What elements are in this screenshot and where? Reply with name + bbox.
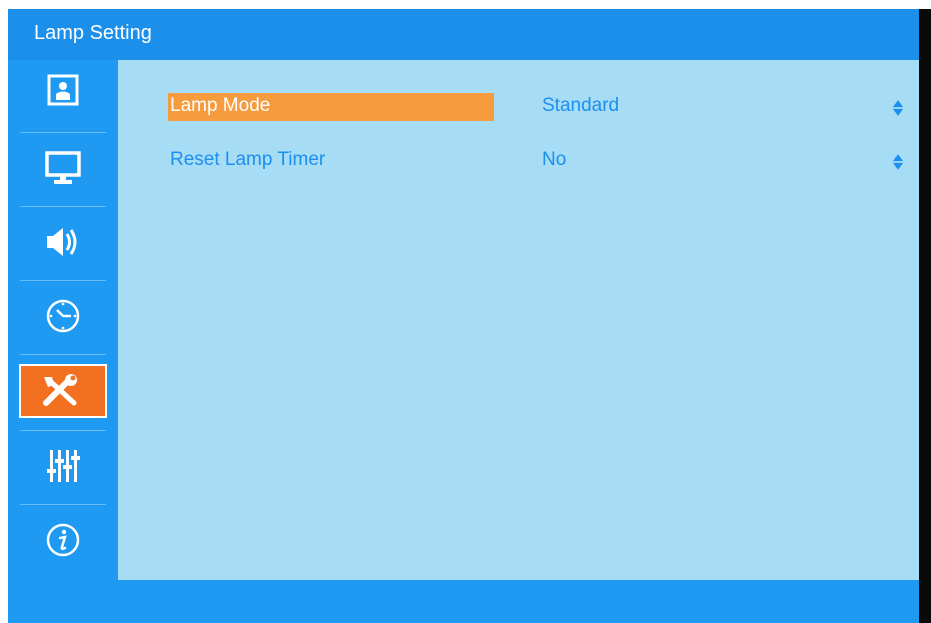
- sidebar-item-info[interactable]: [18, 510, 108, 570]
- setting-row-lamp-mode[interactable]: Lamp Mode Standard: [168, 93, 928, 121]
- sidebar-divider: [20, 206, 106, 207]
- settings-panel: Lamp Mode Standard Reset Lamp Timer No: [118, 60, 919, 580]
- sidebar-item-setup[interactable]: [18, 361, 108, 421]
- sidebar-item-timer[interactable]: [18, 286, 108, 346]
- equalizer-icon: [47, 450, 80, 482]
- setting-label: Lamp Mode: [168, 93, 494, 121]
- sidebar-item-picture[interactable]: [18, 60, 108, 120]
- bottom-bar: [8, 580, 919, 623]
- setting-value: No: [542, 149, 567, 170]
- up-down-arrow-icon[interactable]: [892, 152, 904, 172]
- info-icon: [46, 523, 80, 557]
- sidebar-divider: [20, 280, 106, 281]
- sidebar: [8, 60, 118, 580]
- sidebar-divider: [20, 504, 106, 505]
- setting-row-reset-lamp-timer[interactable]: Reset Lamp Timer No: [168, 147, 928, 175]
- sidebar-item-display[interactable]: [18, 138, 108, 198]
- sidebar-divider: [20, 354, 106, 355]
- setting-value: Standard: [542, 95, 620, 116]
- up-down-arrow-icon[interactable]: [892, 98, 904, 118]
- sidebar-divider: [20, 430, 106, 431]
- selected-highlight: [19, 364, 107, 418]
- speaker-icon: [47, 228, 77, 256]
- display-icon: [45, 151, 81, 184]
- sidebar-divider: [20, 132, 106, 133]
- title-bar: Lamp Setting: [8, 9, 919, 60]
- tools-icon: [43, 374, 77, 406]
- sidebar-item-advanced[interactable]: [18, 436, 108, 496]
- window-title: Lamp Setting: [34, 22, 152, 44]
- picture-icon: [47, 74, 79, 106]
- clock-icon: [46, 299, 80, 333]
- sidebar-item-audio[interactable]: [18, 212, 108, 272]
- setting-label: Reset Lamp Timer: [170, 149, 326, 170]
